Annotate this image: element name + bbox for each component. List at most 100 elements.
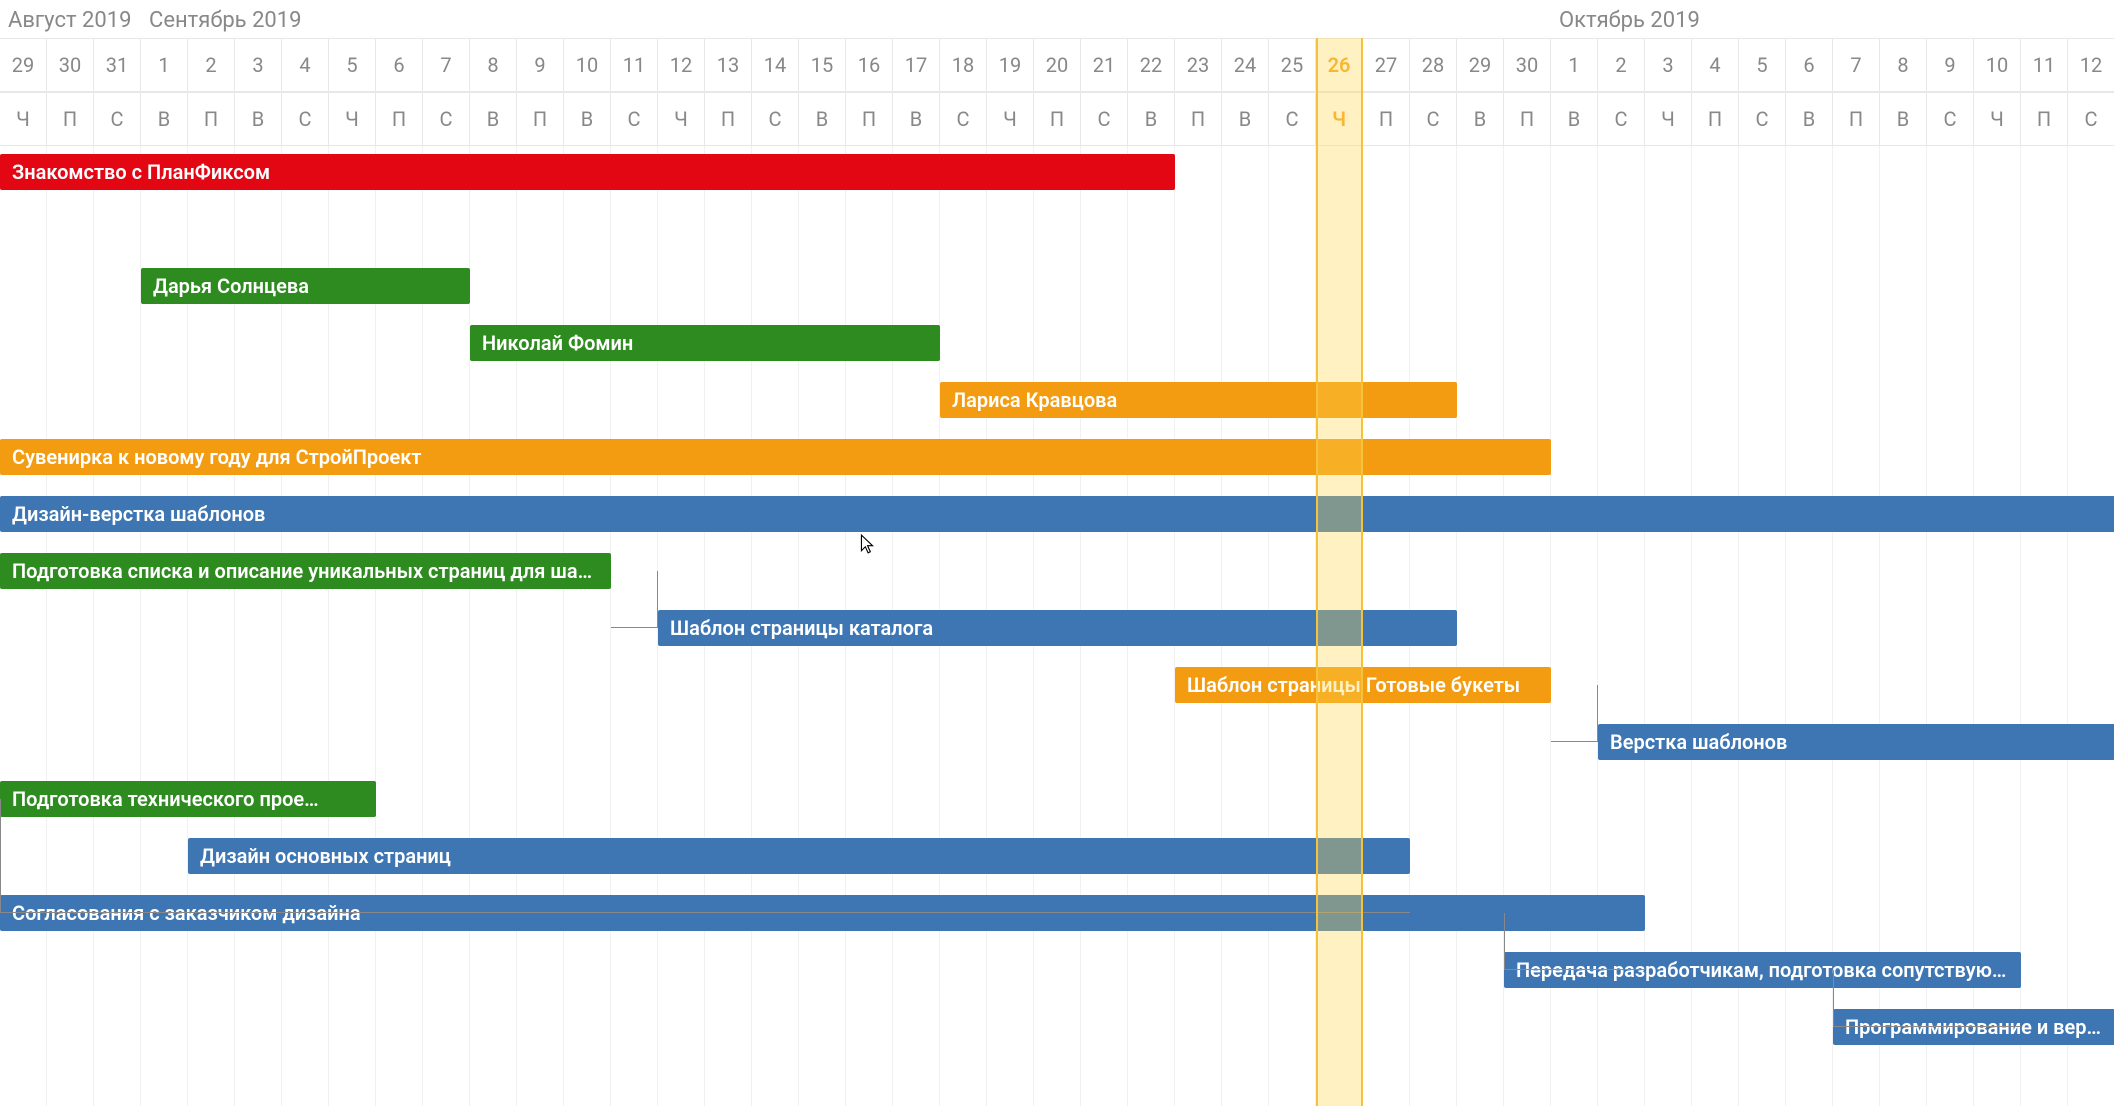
gantt-task-bar[interactable]: Верстка шаблонов	[1598, 724, 2114, 760]
weekday-cell: П	[517, 92, 564, 146]
weekday-cell: Ч	[658, 92, 705, 146]
day-number-cell[interactable]: 9	[1927, 38, 1974, 92]
gantt-task-bar[interactable]: Николай Фомин	[470, 325, 940, 361]
day-number-cell[interactable]: 7	[423, 38, 470, 92]
day-number-cell[interactable]: 4	[1692, 38, 1739, 92]
weekday-cell: Ч	[329, 92, 376, 146]
gantt-body[interactable]: Знакомство с ПланФиксом Дарья СолнцеваНик…	[0, 146, 2114, 1106]
weekday-cell: Ч	[1645, 92, 1692, 146]
day-number-cell[interactable]: 7	[1833, 38, 1880, 92]
grid-column	[2068, 146, 2114, 1106]
cursor-icon	[860, 534, 878, 558]
weekday-cell: В	[470, 92, 517, 146]
day-number-cell[interactable]: 22	[1128, 38, 1175, 92]
weekday-cell: П	[1692, 92, 1739, 146]
gantt-task-bar[interactable]: Подготовка списка и описание уникальных …	[0, 553, 611, 589]
day-number-cell[interactable]: 3	[1645, 38, 1692, 92]
day-number-cell[interactable]: 30	[1504, 38, 1551, 92]
weekday-cell: В	[1786, 92, 1833, 146]
day-number-cell[interactable]: 8	[470, 38, 517, 92]
day-number-cell[interactable]: 5	[1739, 38, 1786, 92]
weekday-cell: П	[846, 92, 893, 146]
weekday-cell: П	[705, 92, 752, 146]
weekday-cell: В	[1551, 92, 1598, 146]
month-label: Октябрь 2019	[1559, 8, 1700, 33]
day-number-cell[interactable]: 29	[1457, 38, 1504, 92]
weekday-cell: П	[1833, 92, 1880, 146]
day-number-cell[interactable]: 1	[1551, 38, 1598, 92]
gantt-task-bar[interactable]: Дарья Солнцева	[141, 268, 470, 304]
dependency-link	[611, 571, 658, 628]
day-number-cell[interactable]: 6	[376, 38, 423, 92]
grid-column	[517, 146, 564, 1106]
day-number-cell[interactable]: 13	[705, 38, 752, 92]
month-label: Сентябрь 2019	[149, 8, 302, 33]
day-number-cell[interactable]: 14	[752, 38, 799, 92]
month-header-row: Август 2019 Сентябрь 2019 Октябрь 2019	[0, 0, 2114, 38]
weekday-cell: С	[1269, 92, 1316, 146]
day-number-cell[interactable]: 12	[658, 38, 705, 92]
day-number-cell[interactable]: 10	[564, 38, 611, 92]
weekday-cell: В	[235, 92, 282, 146]
day-number-cell[interactable]: 9	[517, 38, 564, 92]
weekday-cell: П	[1175, 92, 1222, 146]
weekday-cell: П	[1504, 92, 1551, 146]
grid-column	[1457, 146, 1504, 1106]
month-label: Август 2019	[8, 8, 131, 33]
gantt-task-bar[interactable]: Шаблон страницы Готовые букеты	[1175, 667, 1551, 703]
day-number-cell[interactable]: 23	[1175, 38, 1222, 92]
day-number-cell[interactable]: 11	[611, 38, 658, 92]
grid-column	[0, 146, 47, 1106]
weekday-cell: С	[1739, 92, 1786, 146]
day-number-cell[interactable]: 24	[1222, 38, 1269, 92]
today-marker	[1316, 38, 1363, 1106]
weekday-cell: С	[2068, 92, 2114, 146]
day-number-cell[interactable]: 5	[329, 38, 376, 92]
day-number-cell[interactable]: 8	[1880, 38, 1927, 92]
day-number-row: 2930311234567891011121314151617181920212…	[0, 38, 2114, 92]
weekday-cell: В	[893, 92, 940, 146]
day-number-cell[interactable]: 27	[1363, 38, 1410, 92]
weekday-row: ЧПСВПВСЧПСВПВСЧПСВПВСЧПСВПВСЧПСВПВСЧПСВП…	[0, 92, 2114, 146]
day-number-cell[interactable]: 25	[1269, 38, 1316, 92]
weekday-cell: С	[752, 92, 799, 146]
gantt-chart[interactable]: Август 2019Сентябрь 2019Октябрь 2019 293…	[0, 0, 2114, 1106]
day-number-cell[interactable]: 16	[846, 38, 893, 92]
day-number-cell[interactable]: 3	[235, 38, 282, 92]
day-number-cell[interactable]: 15	[799, 38, 846, 92]
day-number-cell[interactable]: 4	[282, 38, 329, 92]
dependency-link	[1551, 685, 1598, 742]
day-number-cell[interactable]: 29	[0, 38, 47, 92]
dependency-link	[0, 856, 1410, 913]
weekday-cell: П	[1363, 92, 1410, 146]
weekday-cell: П	[47, 92, 94, 146]
day-number-cell[interactable]: 2	[1598, 38, 1645, 92]
day-number-cell[interactable]: 19	[987, 38, 1034, 92]
day-number-cell[interactable]: 17	[893, 38, 940, 92]
weekday-cell: В	[1128, 92, 1175, 146]
day-number-cell[interactable]: 21	[1081, 38, 1128, 92]
day-number-cell[interactable]: 11	[2021, 38, 2068, 92]
grid-column	[94, 146, 141, 1106]
gantt-task-bar[interactable]: Лариса Кравцова	[940, 382, 1457, 418]
day-number-cell[interactable]: 31	[94, 38, 141, 92]
weekday-cell: В	[1457, 92, 1504, 146]
weekday-cell: С	[940, 92, 987, 146]
day-number-cell[interactable]: 18	[940, 38, 987, 92]
day-number-cell[interactable]: 6	[1786, 38, 1833, 92]
day-number-cell[interactable]: 28	[1410, 38, 1457, 92]
grid-column	[564, 146, 611, 1106]
day-number-cell[interactable]: 20	[1034, 38, 1081, 92]
weekday-cell: С	[1081, 92, 1128, 146]
gantt-task-bar[interactable]: Дизайн-верстка шаблонов	[0, 496, 2114, 532]
day-number-cell[interactable]: 12	[2068, 38, 2114, 92]
day-number-cell[interactable]: 30	[47, 38, 94, 92]
day-number-cell[interactable]: 1	[141, 38, 188, 92]
dependency-link	[1504, 913, 1645, 970]
day-number-cell[interactable]: 10	[1974, 38, 2021, 92]
day-number-cell[interactable]: 2	[188, 38, 235, 92]
gantt-task-bar[interactable]: Знакомство с ПланФиксом	[0, 154, 1175, 190]
weekday-cell: П	[376, 92, 423, 146]
weekday-cell: В	[564, 92, 611, 146]
weekday-cell: С	[611, 92, 658, 146]
